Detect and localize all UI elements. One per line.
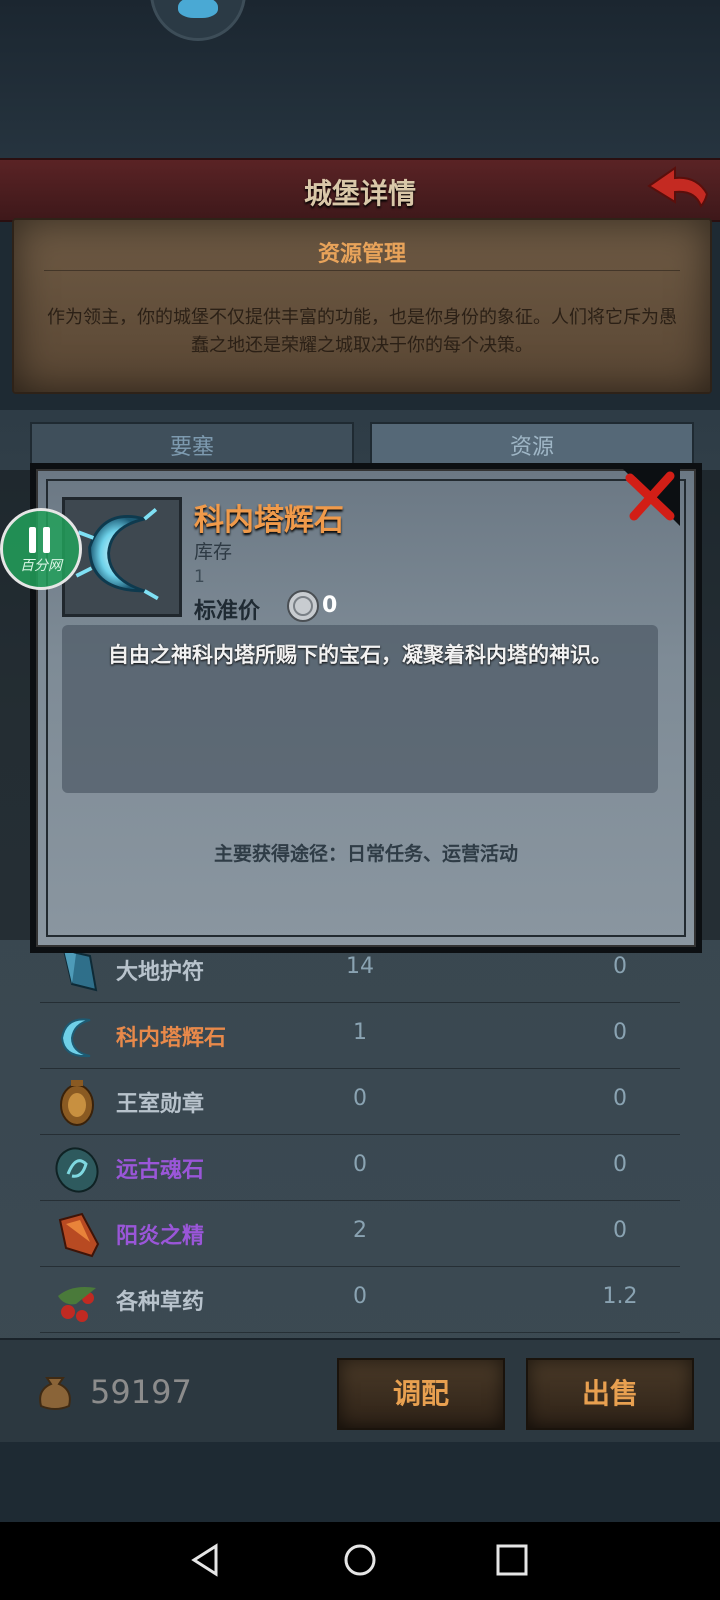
item-name: 王室勋章 <box>116 1092 205 1117</box>
price-value: 0 <box>322 593 338 618</box>
item-price: 0 <box>613 954 627 979</box>
earth-amulet-icon <box>62 948 98 992</box>
pause-icon <box>29 527 36 553</box>
royal-medal-icon <box>60 1080 94 1126</box>
top-background <box>0 0 720 160</box>
item-name: 远古魂石 <box>116 1158 205 1183</box>
item-stock: 0 <box>353 1152 367 1177</box>
panel-title: 资源管理 <box>317 242 406 267</box>
list-item[interactable]: 王室勋章 0 0 <box>40 1070 680 1135</box>
acquisition-source: 主要获得途径：日常任务、运营活动 <box>213 843 518 865</box>
coin-bag-icon <box>39 1377 71 1410</box>
silver-coin-icon <box>287 590 319 622</box>
list-item[interactable]: 各种草药 0 1.2 <box>40 1268 680 1333</box>
item-stock: 0 <box>353 1086 367 1111</box>
list-item[interactable]: 远古魂石 0 0 <box>40 1136 680 1201</box>
item-price: 0 <box>613 1020 627 1045</box>
item-price: 1.2 <box>602 1284 638 1309</box>
title-bar: 城堡详情 <box>0 158 720 222</box>
sun-flame-essence-icon <box>58 1212 100 1258</box>
coin-count: 59197 <box>90 1373 192 1411</box>
stock-value: 1 <box>194 567 205 587</box>
item-stock: 0 <box>353 1284 367 1309</box>
konetta-stone-icon <box>60 1018 91 1058</box>
mix-button[interactable]: 调配 <box>337 1358 505 1430</box>
item-stock: 1 <box>353 1020 367 1045</box>
item-price: 0 <box>613 1086 627 1111</box>
item-stock: 2 <box>353 1218 367 1243</box>
page-title: 城堡详情 <box>303 177 416 210</box>
item-name: 阳炎之精 <box>116 1224 205 1249</box>
back-arrow-icon[interactable] <box>645 164 711 210</box>
pause-icon <box>43 527 50 553</box>
item-price: 0 <box>613 1218 627 1243</box>
ancient-soulstone-icon <box>55 1147 99 1193</box>
sell-button[interactable]: 出售 <box>526 1358 694 1430</box>
back-icon[interactable] <box>186 1540 226 1580</box>
list-item[interactable]: 科内塔辉石 1 0 <box>40 1004 680 1069</box>
item-name: 大地护符 <box>116 960 205 985</box>
fish-icon <box>178 0 218 18</box>
item-name: 科内塔辉石 <box>116 1026 227 1051</box>
item-stock: 14 <box>346 954 374 979</box>
list-item[interactable]: 阳炎之精 2 0 <box>40 1202 680 1267</box>
overlay-label: 百分网 <box>20 558 62 574</box>
item-detail-dialog: 科内塔辉石 库存 1 标准价 0 自由之神科内塔所赐下的宝石，凝聚着科内塔的神识… <box>30 463 702 953</box>
item-description: 自由之神科内塔所赐下的宝石，凝聚着科内塔的神识。 <box>108 643 612 667</box>
pause-button[interactable]: 百分网 <box>0 508 82 590</box>
resource-info-panel: 资源管理 作为领主，你的城堡不仅提供丰富的功能，也是你身份的象征。人们将它斥为愚… <box>12 218 712 394</box>
herbs-icon <box>58 1287 96 1322</box>
stock-label: 库存 <box>194 541 233 563</box>
home-icon[interactable] <box>340 1540 380 1580</box>
close-icon[interactable] <box>620 466 680 526</box>
divider <box>44 270 680 271</box>
item-title: 科内塔辉石 <box>194 503 344 538</box>
recents-icon[interactable] <box>492 1540 532 1580</box>
panel-description: 作为领主，你的城堡不仅提供丰富的功能，也是你身份的象征。人们将它斥为愚蠢之地还是… <box>47 307 677 356</box>
item-name: 各种草药 <box>116 1290 205 1315</box>
item-price: 0 <box>613 1152 627 1177</box>
price-label: 标准价 <box>194 599 261 624</box>
